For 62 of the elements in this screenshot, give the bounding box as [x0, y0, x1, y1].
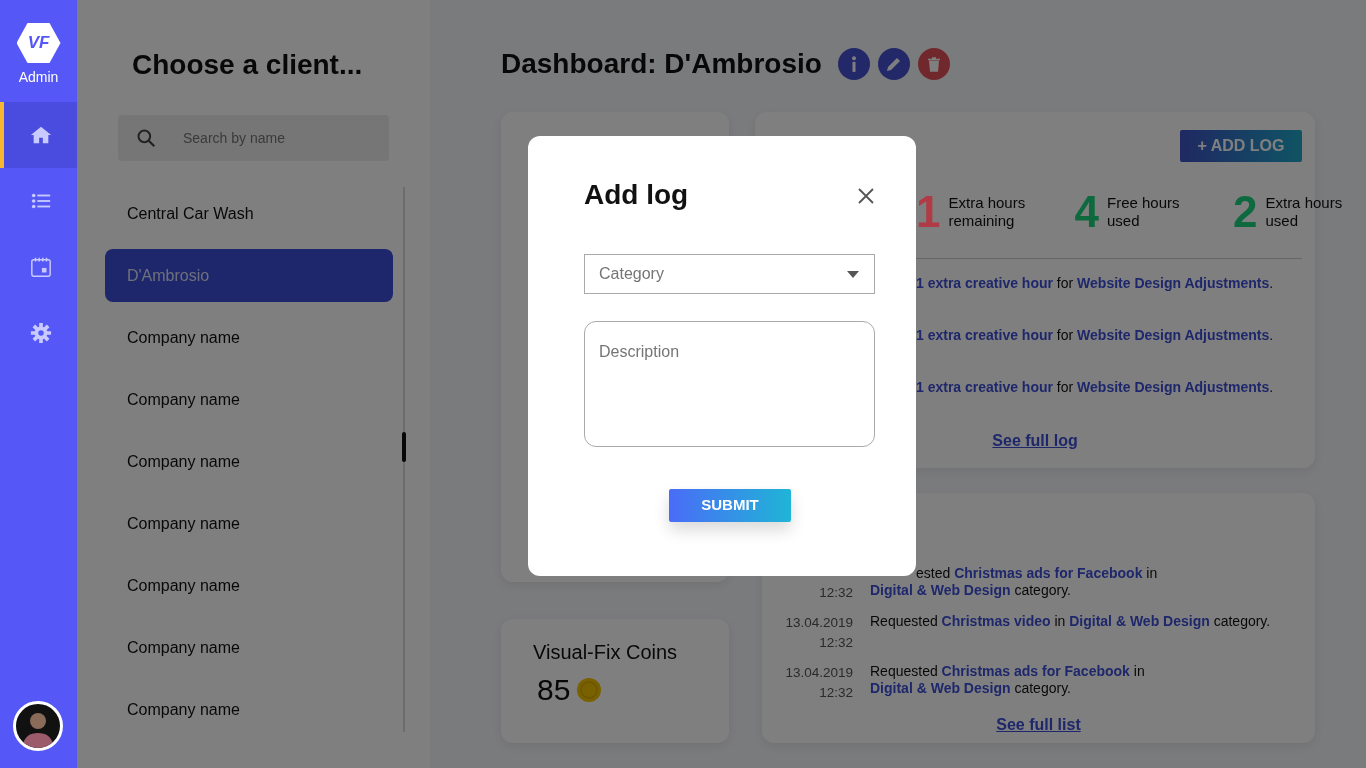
coin-icon: [576, 676, 603, 703]
info-icon: [851, 56, 856, 72]
text-link[interactable]: Digital & Web Design: [870, 679, 1011, 696]
pencil-icon: [887, 57, 901, 71]
stat-label: Extra hours used: [1265, 194, 1344, 230]
text-link[interactable]: 1 extra creative hour: [916, 327, 1053, 343]
brand-label: Admin: [18, 68, 59, 87]
request-entry-text: Requested Christmas ads for Facebook in Digital & Web Design category.: [869, 663, 1146, 698]
entry-time: 12:32: [818, 684, 853, 703]
client-item[interactable]: Company name: [105, 435, 393, 488]
client-item[interactable]: D'Ambrosio: [105, 249, 393, 302]
stat-label: Free hours used: [1106, 194, 1181, 230]
stat-number: 1: [916, 190, 941, 234]
add-log-button[interactable]: + ADD LOG: [1180, 130, 1302, 162]
stat-label: Extra hours remaining: [948, 194, 1027, 230]
caret-icon: [847, 271, 859, 278]
settings-icon: [29, 322, 52, 344]
logo: VF: [16, 23, 61, 63]
text-link[interactable]: Digital & Web Design: [1069, 613, 1210, 629]
request-entry-text: Requested Christmas video in Digital & Web Design category.: [869, 613, 1272, 631]
info-button[interactable]: [837, 48, 870, 80]
text-link[interactable]: Christmas ads for Facebook: [954, 565, 1143, 581]
entry-time: 12:32: [818, 584, 853, 602]
category-dropdown[interactable]: Category: [584, 254, 875, 294]
delete-button[interactable]: [917, 48, 950, 80]
scrollbar-thumb[interactable]: [402, 432, 406, 462]
client-item[interactable]: Company name: [105, 497, 393, 550]
search-field[interactable]: Search by name: [118, 115, 389, 161]
client-item[interactable]: Company name: [105, 683, 393, 736]
client-item[interactable]: Central Car Wash: [105, 187, 393, 240]
text-link[interactable]: 1 extra creative hour: [916, 379, 1053, 395]
avatar[interactable]: [13, 701, 63, 751]
search-icon: [136, 128, 156, 148]
dialog-title: Add log: [584, 178, 689, 212]
client-item[interactable]: Company name: [105, 373, 393, 426]
text-link[interactable]: 1 extra creative hour: [916, 275, 1053, 291]
entry-time: 12:32: [818, 634, 853, 653]
see-full-log-link[interactable]: See full log: [992, 432, 1078, 449]
submit-button[interactable]: SUBMIT: [669, 489, 791, 522]
panel-title: Choose a client...: [132, 48, 364, 82]
request-entry-text: ested Christmas ads for Facebook in Digital & Web Design category.: [869, 565, 1159, 600]
stat-number: 4: [1074, 190, 1099, 234]
home-icon: [29, 124, 52, 146]
text-link[interactable]: Christmas ads for Facebook: [941, 663, 1130, 679]
coins-label: Visual-Fix Coins: [533, 640, 679, 665]
entry-date: 13.04.2019: [784, 614, 853, 632]
client-item[interactable]: Company name: [105, 311, 393, 364]
nav-item[interactable]: [0, 102, 77, 168]
entry-date: 13.04.2019: [784, 664, 853, 682]
description-field[interactable]: Description: [584, 321, 875, 447]
edit-button[interactable]: [877, 48, 910, 80]
stat-number: 2: [1232, 190, 1258, 234]
dashboard-title: Dashboard: D'Ambrosio: [501, 47, 822, 81]
close-icon: [857, 186, 875, 205]
coins-value: 85: [537, 672, 571, 708]
calendar-icon: [29, 256, 52, 278]
see-full-list-link[interactable]: See full list: [996, 716, 1081, 733]
client-item[interactable]: Company name: [105, 621, 393, 674]
text-link[interactable]: Digital & Web Design: [870, 581, 1011, 598]
text-link[interactable]: Christmas video: [941, 613, 1051, 629]
client-item[interactable]: Company name: [105, 559, 393, 612]
trash-icon: [927, 56, 940, 72]
